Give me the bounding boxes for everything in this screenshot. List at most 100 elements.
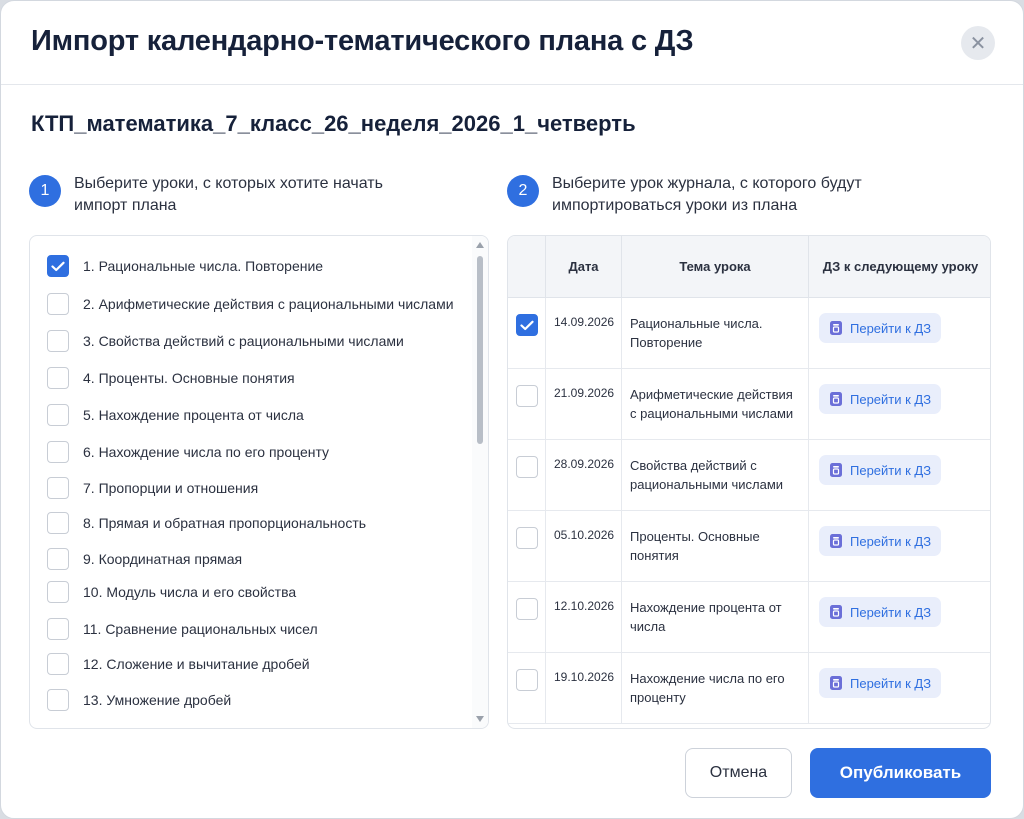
lesson-topic: Нахождение процента от числа bbox=[630, 600, 782, 634]
step-2-number: 2 bbox=[507, 175, 539, 207]
lesson-item[interactable]: 13. Умножение дробей bbox=[47, 687, 231, 713]
lesson-checkbox[interactable] bbox=[47, 404, 69, 426]
scroll-down-arrow-icon[interactable] bbox=[476, 716, 484, 722]
row-date-cell: 14.09.2026 bbox=[546, 298, 622, 369]
lesson-label: 8. Прямая и обратная пропорциональность bbox=[83, 515, 367, 531]
homework-button-label: Перейти к ДЗ bbox=[850, 604, 932, 620]
row-homework-cell: Перейти к ДЗ bbox=[809, 582, 990, 653]
go-to-homework-button[interactable]: Перейти к ДЗ bbox=[819, 313, 942, 343]
table-row[interactable]: 19.10.2026 Нахождение числа по его процен… bbox=[508, 653, 990, 724]
go-to-homework-button[interactable]: Перейти к ДЗ bbox=[819, 384, 942, 414]
lesson-date: 12.10.2026 bbox=[554, 599, 615, 613]
lesson-label: 3. Свойства действий с рациональными чис… bbox=[83, 333, 404, 349]
lesson-label: 5. Нахождение процента от числа bbox=[83, 407, 304, 423]
homework-button-label: Перейти к ДЗ bbox=[850, 533, 932, 549]
table-row[interactable]: 12.10.2026 Нахождение процента от числа Пе… bbox=[508, 582, 990, 653]
row-homework-cell: Перейти к ДЗ bbox=[809, 298, 990, 369]
table-header-topic: Тема урока bbox=[622, 236, 809, 298]
lesson-label: 9. Координатная прямая bbox=[83, 551, 243, 567]
lesson-date: 21.09.2026 bbox=[554, 386, 615, 400]
row-topic-cell: Проценты. Основные понятия bbox=[622, 511, 809, 582]
lesson-item[interactable]: 10. Модуль числа и его свойства bbox=[47, 579, 296, 605]
step-1-instruction: 1 Выберите уроки, с которых хотите начат… bbox=[29, 173, 449, 217]
lesson-item[interactable]: 11. Сравнение рациональных чисел bbox=[47, 616, 318, 642]
row-checkbox[interactable] bbox=[516, 456, 538, 478]
homework-icon bbox=[828, 320, 850, 336]
plan-filename: КТП_математика_7_класс_26_неделя_2026_1_… bbox=[31, 111, 636, 136]
go-to-homework-button[interactable]: Перейти к ДЗ bbox=[819, 526, 942, 556]
lesson-checkbox[interactable] bbox=[47, 330, 69, 352]
go-to-homework-button[interactable]: Перейти к ДЗ bbox=[819, 455, 942, 485]
row-homework-cell: Перейти к ДЗ bbox=[809, 440, 990, 511]
lesson-item[interactable]: 6. Нахождение числа по его проценту bbox=[47, 439, 329, 465]
homework-icon bbox=[828, 533, 850, 549]
table-row[interactable]: 28.09.2026 Свойства действий с рациональн… bbox=[508, 440, 990, 511]
table-row[interactable]: 14.09.2026 Рациональные числа. Повторение… bbox=[508, 298, 990, 369]
lesson-date: 28.09.2026 bbox=[554, 457, 615, 471]
table-header-homework: ДЗ к следующему уроку bbox=[809, 236, 990, 298]
lesson-item[interactable]: 3. Свойства действий с рациональными чис… bbox=[47, 328, 404, 354]
lesson-checkbox[interactable] bbox=[47, 441, 69, 463]
row-homework-cell: Перейти к ДЗ bbox=[809, 511, 990, 582]
homework-icon bbox=[828, 604, 850, 620]
homework-icon bbox=[828, 462, 850, 478]
lesson-checkbox[interactable] bbox=[47, 512, 69, 534]
go-to-homework-button[interactable]: Перейти к ДЗ bbox=[819, 597, 942, 627]
lesson-item[interactable]: 8. Прямая и обратная пропорциональность bbox=[47, 510, 366, 536]
lesson-topic: Проценты. Основные понятия bbox=[630, 529, 760, 563]
cancel-button[interactable]: Отмена bbox=[685, 748, 792, 798]
row-select-cell bbox=[508, 653, 546, 724]
row-checkbox[interactable] bbox=[516, 598, 538, 620]
lesson-checkbox[interactable] bbox=[47, 581, 69, 603]
row-checkbox[interactable] bbox=[516, 669, 538, 691]
lesson-topic: Рациональные числа. Повторение bbox=[630, 316, 763, 350]
lesson-checkbox[interactable] bbox=[47, 477, 69, 499]
lesson-checkbox[interactable] bbox=[47, 618, 69, 640]
row-topic-cell: Нахождение числа по его проценту bbox=[622, 653, 809, 724]
lesson-item[interactable]: 1. Рациональные числа. Повторение bbox=[47, 253, 323, 279]
step-1-text: Выберите уроки, с которых хотите начать … bbox=[74, 175, 383, 214]
row-checkbox[interactable] bbox=[516, 527, 538, 549]
row-select-cell bbox=[508, 369, 546, 440]
lesson-checkbox[interactable] bbox=[47, 255, 69, 277]
lesson-item[interactable]: 9. Координатная прямая bbox=[47, 546, 242, 572]
scroll-up-arrow-icon[interactable] bbox=[476, 242, 484, 248]
lesson-checkbox[interactable] bbox=[47, 548, 69, 570]
lesson-item[interactable]: 2. Арифметические действия с рациональны… bbox=[47, 291, 454, 317]
lesson-item[interactable]: 12. Сложение и вычитание дробей bbox=[47, 651, 310, 677]
lesson-item[interactable]: 5. Нахождение процента от числа bbox=[47, 402, 304, 428]
row-date-cell: 05.10.2026 bbox=[546, 511, 622, 582]
close-button[interactable]: ✕ bbox=[961, 26, 995, 60]
table-header-select bbox=[508, 236, 546, 298]
lesson-checkbox[interactable] bbox=[47, 293, 69, 315]
lesson-topic: Свойства действий с рациональными числам… bbox=[630, 458, 784, 492]
lesson-label: 12. Сложение и вычитание дробей bbox=[83, 656, 310, 672]
table-row[interactable]: 05.10.2026 Проценты. Основные понятия Пере… bbox=[508, 511, 990, 582]
lesson-list-scrollbar[interactable] bbox=[472, 236, 488, 728]
lesson-item[interactable]: 4. Проценты. Основные понятия bbox=[47, 365, 295, 391]
row-homework-cell: Перейти к ДЗ bbox=[809, 369, 990, 440]
row-topic-cell: Нахождение процента от числа bbox=[622, 582, 809, 653]
plan-lesson-list[interactable]: 1. Рациональные числа. Повторение 2. Ариф… bbox=[29, 235, 489, 729]
lesson-item[interactable]: 7. Пропорции и отношения bbox=[47, 475, 258, 501]
scroll-thumb[interactable] bbox=[477, 256, 483, 444]
homework-button-label: Перейти к ДЗ bbox=[850, 320, 932, 336]
lesson-label: 6. Нахождение числа по его проценту bbox=[83, 444, 330, 460]
dialog-header: Импорт календарно-тематического плана с … bbox=[1, 1, 1023, 85]
lesson-checkbox[interactable] bbox=[47, 689, 69, 711]
row-checkbox[interactable] bbox=[516, 385, 538, 407]
row-checkbox[interactable] bbox=[516, 314, 538, 336]
lesson-label: 4. Проценты. Основные понятия bbox=[83, 370, 295, 386]
row-date-cell: 12.10.2026 bbox=[546, 582, 622, 653]
journal-lessons-table: Дата Тема урока ДЗ к следующему уроку 14… bbox=[507, 235, 991, 729]
close-icon: ✕ bbox=[969, 32, 987, 55]
go-to-homework-button[interactable]: Перейти к ДЗ bbox=[819, 668, 942, 698]
dialog-title: Импорт календарно-тематического плана с … bbox=[31, 25, 694, 57]
lesson-checkbox[interactable] bbox=[47, 653, 69, 675]
homework-icon bbox=[828, 391, 850, 407]
lesson-label: 7. Пропорции и отношения bbox=[83, 480, 259, 496]
lesson-topic: Арифметические действия с рациональными … bbox=[630, 387, 794, 421]
publish-button[interactable]: Опубликовать bbox=[810, 748, 991, 798]
lesson-checkbox[interactable] bbox=[47, 367, 69, 389]
table-row[interactable]: 21.09.2026 Арифметические действия с раци… bbox=[508, 369, 990, 440]
